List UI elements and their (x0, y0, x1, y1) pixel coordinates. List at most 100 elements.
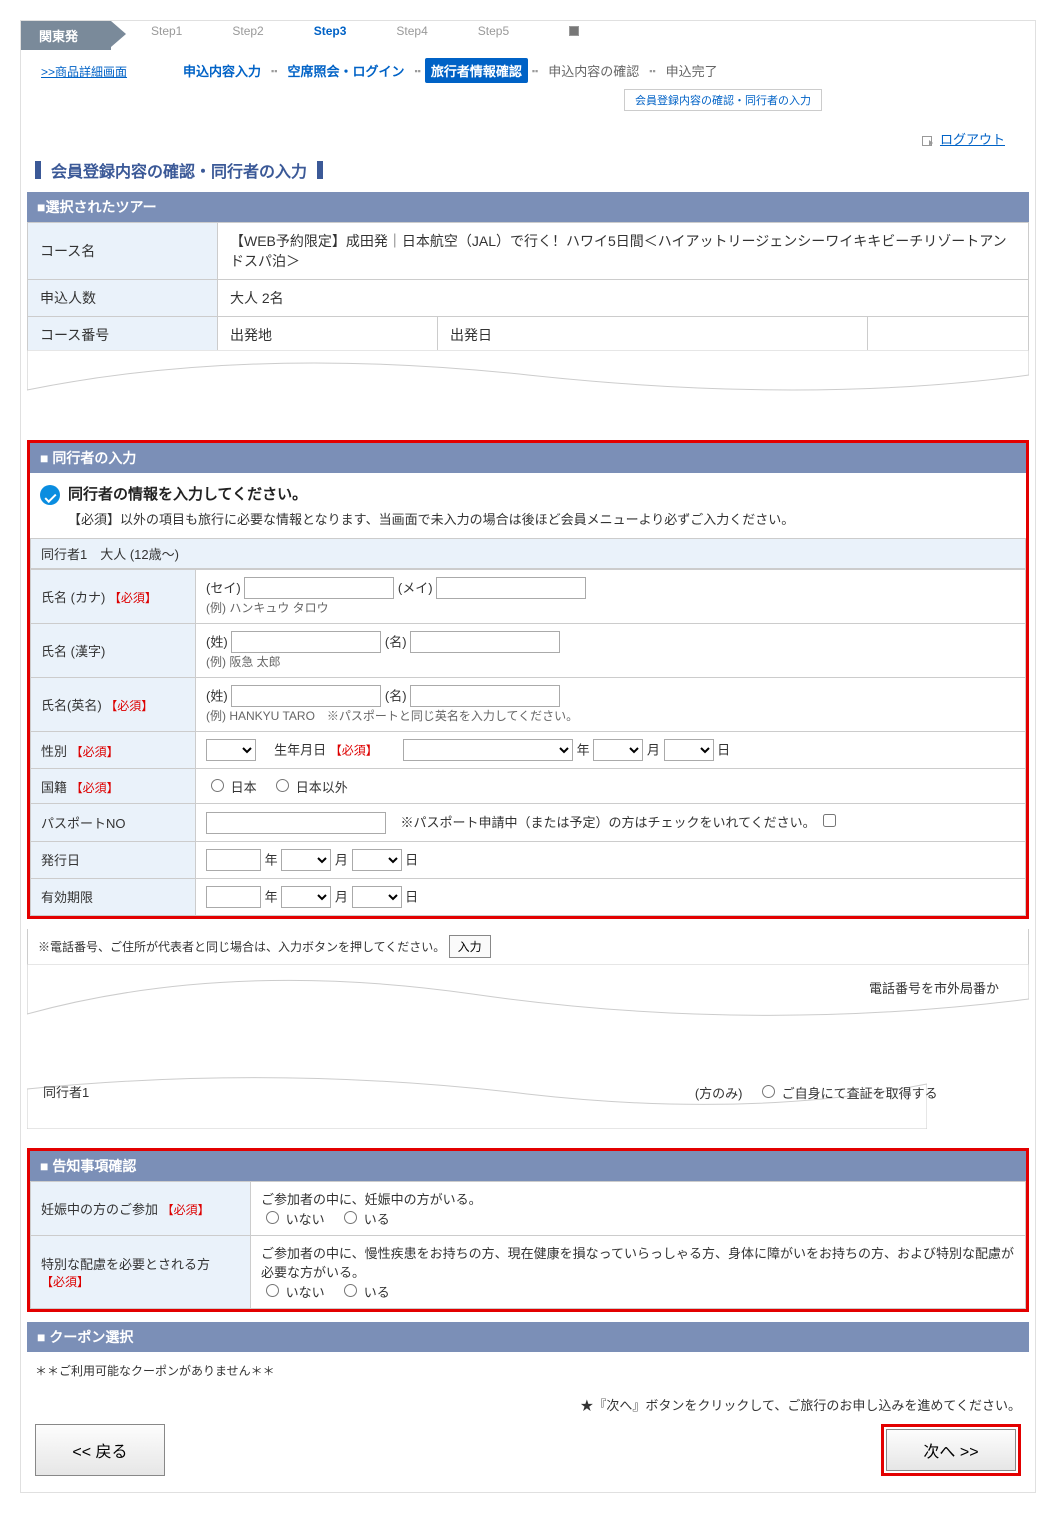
origin-tab: 関東発 (21, 21, 111, 50)
dob-day-select[interactable] (664, 739, 714, 761)
copy-info-button[interactable]: 入力 (449, 935, 491, 958)
progress-steps: Step1 Step2 Step3 Step4 Step5 (151, 21, 579, 38)
depart2-label: 出発日 (438, 317, 868, 354)
companion-highlight-box: ■ 同行者の入力 同行者の情報を入力してください。 【必須】以外の項目も旅行に必… (27, 440, 1029, 919)
nationality-nonjp-radio[interactable] (276, 779, 289, 792)
substep-detail-tab: 会員登録内容の確認・同行者の入力 (624, 89, 822, 111)
check-icon (40, 485, 60, 505)
tour-table: コース名 【WEB予約限定】成田発｜日本航空（JAL）で行く！ハワイ5日間＜ハイ… (27, 222, 1029, 354)
step-1-label: Step1 (151, 24, 182, 38)
year-label: 年 (577, 743, 590, 758)
expiry-month-select[interactable] (281, 886, 331, 908)
courseno-label: コース番号 (28, 317, 218, 354)
mei-label: (メイ) (398, 581, 433, 596)
issue-day-select[interactable] (352, 849, 402, 871)
gender-label: 性別 (41, 744, 67, 759)
depart-label: 出発地 (218, 317, 438, 354)
next-button[interactable]: 次へ >> (886, 1429, 1016, 1471)
dob-month-select[interactable] (593, 739, 643, 761)
special-care-no-option[interactable]: いない (261, 1285, 325, 1300)
kanji-first-input[interactable] (410, 631, 560, 653)
companion-row2-mid: (方のみ) (695, 1086, 743, 1101)
pregnancy-text: ご参加者の中に、妊娠中の方がいる。 (261, 1192, 482, 1207)
companion-info-sub: 【必須】以外の項目も旅行に必要な情報となります、当画面で未入力の場合は後ほど会員… (30, 509, 1026, 538)
coupon-none-text: ＊＊ご利用可能なクーポンがありません＊＊ (21, 1352, 1035, 1389)
issue-month-select[interactable] (281, 849, 331, 871)
next-button-highlight: 次へ >> (881, 1424, 1021, 1476)
special-care-no-radio[interactable] (266, 1284, 279, 1297)
step-3-label: Step3 (314, 24, 347, 38)
visa-self-radio[interactable] (762, 1085, 775, 1098)
kana-mei-input[interactable] (436, 577, 586, 599)
required-badge: 【必須】 (71, 745, 119, 759)
substep-2: 空席照会・ログイン (281, 58, 410, 83)
kanji-example: (例) 阪急 太郎 (206, 655, 281, 669)
copy-info-note: ※電話番号、ご住所が代表者と同じ場合は、入力ボタンを押してください。 入力 (27, 929, 1029, 965)
page-title: 会員登録内容の確認・同行者の入力 (21, 154, 1035, 186)
gender-select[interactable] (206, 739, 256, 761)
required-badge: 【必須】 (41, 1275, 89, 1289)
roman-first-input[interactable] (410, 685, 560, 707)
passport-input[interactable] (206, 812, 386, 834)
sep-icon: ▪▪ (410, 66, 424, 76)
companion-form: 氏名 (カナ) 【必須】 (セイ) (メイ) (例) ハンキュウ タロウ 氏名 … (30, 569, 1026, 916)
issue-label: 発行日 (41, 853, 80, 868)
required-badge: 【必須】 (71, 781, 119, 795)
torn-divider: 電話番号を市外局番か (27, 964, 1029, 1034)
roman-label: 氏名(英名) (41, 698, 102, 713)
disclosure-table: 妊娠中の方のご参加 【必須】 ご参加者の中に、妊娠中の方がいる。 いない いる … (30, 1181, 1026, 1309)
special-care-text: ご参加者の中に、慢性疾患をお持ちの方、現在健康を損なっていらっしゃる方、身体に障… (261, 1246, 1014, 1280)
disclosure-highlight-box: ■ 告知事項確認 妊娠中の方のご参加 【必須】 ご参加者の中に、妊娠中の方がいる… (27, 1148, 1029, 1312)
logout-icon (922, 136, 932, 146)
substep-4: 申込内容の確認 (542, 58, 645, 83)
expiry-day-select[interactable] (352, 886, 402, 908)
pregnancy-no-radio[interactable] (266, 1211, 279, 1224)
torn-divider (27, 350, 1029, 410)
required-badge: 【必須】 (162, 1203, 210, 1217)
kanji-last-label: (姓) (206, 635, 228, 650)
passport-label: パスポートNO (41, 816, 126, 831)
sep-icon: ▪▪ (645, 66, 659, 76)
step-4-label: Step4 (396, 24, 427, 38)
month-label: 月 (647, 743, 660, 758)
substep-3: 旅行者情報確認 (425, 58, 528, 83)
tour-section-title: ■選択されたツアー (27, 192, 1029, 222)
back-to-product-link[interactable]: >>商品詳細画面 (41, 61, 127, 80)
special-care-yes-option[interactable]: いる (339, 1285, 390, 1300)
special-care-label: 特別な配慮を必要とされる方 (41, 1257, 210, 1272)
roman-example: (例) HANKYU TARO ※パスポートと同じ英名を入力してください。 (206, 709, 578, 723)
passport-pending-checkbox[interactable] (823, 814, 836, 827)
required-badge: 【必須】 (330, 744, 378, 758)
step-2-label: Step2 (232, 24, 263, 38)
step-5-label: Step5 (478, 24, 509, 38)
substep-1: 申込内容入力 (177, 58, 267, 83)
dob-year-select[interactable] (403, 739, 573, 761)
pregnancy-no-option[interactable]: いない (261, 1212, 325, 1227)
day-label: 日 (717, 743, 730, 758)
torn-divider: 同行者1 (方のみ) ご自身にて査証を取得する (27, 1074, 1029, 1132)
expiry-year-input[interactable] (206, 886, 261, 908)
back-button[interactable]: << 戻る (35, 1424, 165, 1476)
kanji-label: 氏名 (漢字) (41, 644, 105, 659)
nationality-jp-option[interactable]: 日本 (206, 780, 257, 795)
pregnancy-yes-option[interactable]: いる (339, 1212, 390, 1227)
pax-value: 大人 2名 (218, 280, 1029, 317)
kana-example: (例) ハンキュウ タロウ (206, 601, 329, 615)
expiry-label: 有効期限 (41, 890, 93, 905)
required-badge: 【必須】 (105, 699, 153, 713)
companion-section-title: ■ 同行者の入力 (30, 443, 1026, 473)
logout-link[interactable]: ログアウト (940, 132, 1005, 147)
pregnancy-yes-radio[interactable] (344, 1211, 357, 1224)
nationality-nonjp-option[interactable]: 日本以外 (271, 780, 348, 795)
special-care-yes-radio[interactable] (344, 1284, 357, 1297)
pregnancy-label: 妊娠中の方のご参加 (41, 1202, 158, 1217)
companion-row2-right: ご自身にて査証を取得する (782, 1086, 938, 1101)
nationality-jp-radio[interactable] (211, 779, 224, 792)
roman-last-input[interactable] (231, 685, 381, 707)
kana-sei-input[interactable] (244, 577, 394, 599)
kanji-first-label: (名) (385, 635, 407, 650)
disclosure-section-title: ■ 告知事項確認 (30, 1151, 1026, 1181)
course-value: 【WEB予約限定】成田発｜日本航空（JAL）で行く！ハワイ5日間＜ハイアットリー… (218, 223, 1029, 280)
issue-year-input[interactable] (206, 849, 261, 871)
kanji-last-input[interactable] (231, 631, 381, 653)
